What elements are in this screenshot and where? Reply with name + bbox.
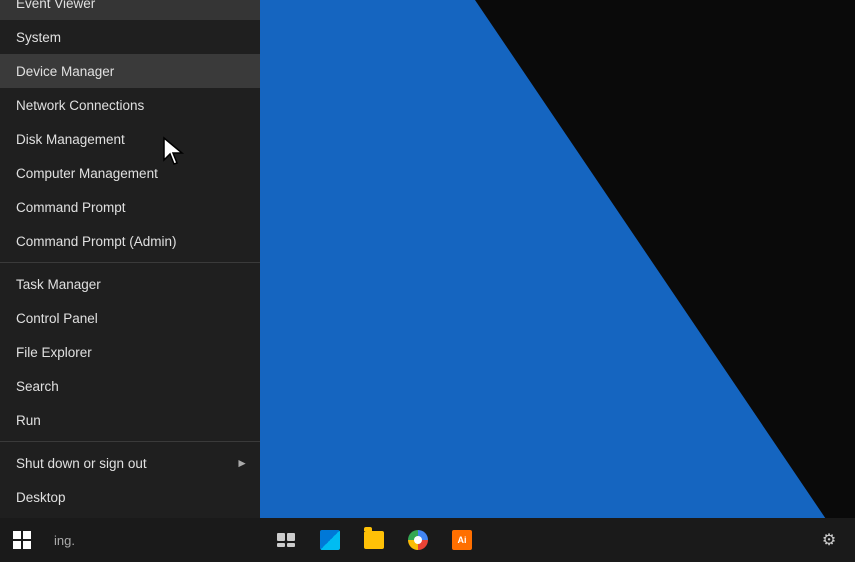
- taskbar: ing. Ai ⚙: [0, 518, 855, 562]
- menu-divider-2: [0, 441, 260, 442]
- settings-tray-button[interactable]: ⚙: [811, 518, 847, 562]
- menu-item-label: Control Panel: [16, 311, 98, 326]
- system-tray: ⚙: [811, 518, 855, 562]
- submenu-arrow-icon: ►: [236, 456, 248, 470]
- menu-item-label: Run: [16, 413, 41, 428]
- store-icon: [320, 530, 340, 550]
- menu-item-task-manager[interactable]: Task Manager: [0, 267, 260, 301]
- illustrator-button[interactable]: Ai: [440, 518, 484, 562]
- menu-item-label: Search: [16, 379, 59, 394]
- task-view-button[interactable]: [264, 518, 308, 562]
- menu-item-disk-management[interactable]: Disk Management: [0, 122, 260, 156]
- store-button[interactable]: [308, 518, 352, 562]
- menu-item-search[interactable]: Search: [0, 369, 260, 403]
- start-button[interactable]: [0, 518, 44, 562]
- folder-icon: [364, 531, 384, 549]
- menu-item-label: File Explorer: [16, 345, 92, 360]
- menu-item-network-connections[interactable]: Network Connections: [0, 88, 260, 122]
- menu-item-label: Desktop: [16, 490, 66, 505]
- menu-item-label: Network Connections: [16, 98, 144, 113]
- file-explorer-button[interactable]: [352, 518, 396, 562]
- menu-item-event-viewer[interactable]: Event Viewer: [0, 0, 260, 20]
- menu-item-system[interactable]: System: [0, 20, 260, 54]
- menu-item-label: Command Prompt: [16, 200, 126, 215]
- taskbar-search[interactable]: ing.: [44, 518, 264, 562]
- illustrator-icon: Ai: [452, 530, 472, 550]
- chrome-button[interactable]: [396, 518, 440, 562]
- menu-item-computer-management[interactable]: Computer Management: [0, 156, 260, 190]
- menu-item-label: System: [16, 30, 61, 45]
- menu-item-label: Event Viewer: [16, 0, 95, 11]
- menu-item-label: Task Manager: [16, 277, 101, 292]
- menu-divider-1: [0, 262, 260, 263]
- menu-item-label: Shut down or sign out: [16, 456, 147, 471]
- menu-item-control-panel[interactable]: Control Panel: [0, 301, 260, 335]
- context-menu: Programs and Features Power Options Even…: [0, 0, 260, 518]
- menu-item-label: Disk Management: [16, 132, 125, 147]
- menu-item-desktop[interactable]: Desktop: [0, 480, 260, 514]
- menu-item-label: Command Prompt (Admin): [16, 234, 177, 249]
- menu-item-device-manager[interactable]: Device Manager: [0, 54, 260, 88]
- chrome-icon: [408, 530, 428, 550]
- menu-item-label: Computer Management: [16, 166, 158, 181]
- gear-icon: ⚙: [822, 530, 836, 550]
- menu-item-command-prompt[interactable]: Command Prompt: [0, 190, 260, 224]
- menu-item-label: Device Manager: [16, 64, 114, 79]
- search-placeholder-text: ing.: [54, 533, 75, 548]
- menu-item-file-explorer[interactable]: File Explorer: [0, 335, 260, 369]
- menu-item-shut-down-or-sign-out[interactable]: Shut down or sign out ►: [0, 446, 260, 480]
- menu-item-run[interactable]: Run: [0, 403, 260, 437]
- menu-item-command-prompt-admin[interactable]: Command Prompt (Admin): [0, 224, 260, 258]
